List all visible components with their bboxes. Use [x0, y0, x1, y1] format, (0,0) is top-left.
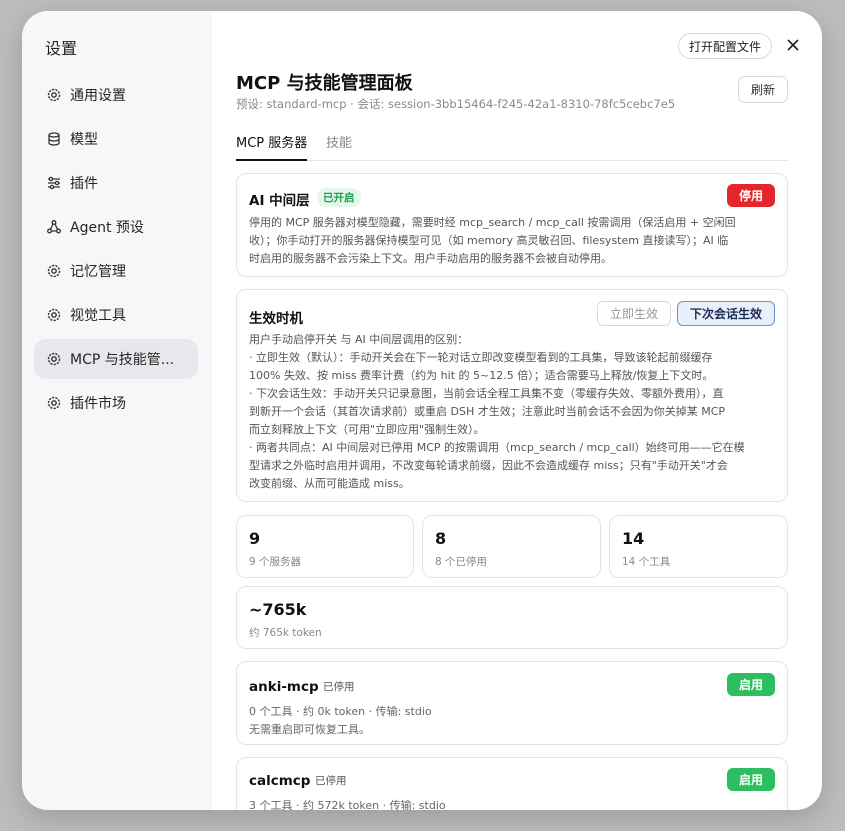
stat-card-tools: 14 14 个工具 [609, 515, 788, 578]
tab-bar: MCP 服务器 技能 [236, 132, 788, 161]
server-card-calcmcp: calcmcp 已停用 启用 3 个工具 · 约 572k token · 传输… [236, 757, 788, 810]
gear-icon [46, 351, 62, 367]
open-config-button[interactable]: 打开配置文件 [678, 33, 773, 59]
gear-icon [46, 307, 62, 323]
server-name: anki-mcp [249, 679, 319, 695]
effect-timing-title: 生效时机 [249, 311, 303, 327]
network-icon [46, 219, 62, 235]
sidebar-item-memory[interactable]: 记忆管理 [34, 251, 198, 291]
tab-skills[interactable]: 技能 [326, 132, 352, 159]
gear-icon [46, 395, 62, 411]
stat-value: 8 [435, 529, 447, 548]
sidebar-item-label: MCP 与技能管... [70, 352, 175, 368]
next-session-effect-button[interactable]: 下次会话生效 [677, 301, 775, 326]
stat-value: ~765k [249, 600, 307, 619]
server-note: 无需重启即可恢复工具。 [249, 723, 370, 736]
sidebar-title: 设置 [45, 39, 78, 58]
sidebar-item-models[interactable]: 模型 [34, 119, 198, 159]
server-card-anki-mcp: anki-mcp 已停用 启用 0 个工具 · 约 0k token · 传输:… [236, 661, 788, 745]
server-name: calcmcp [249, 773, 311, 789]
gear-icon [46, 87, 62, 103]
description-line: 改变前缀、从而可能造成 miss。 [249, 477, 410, 490]
disable-middleware-button[interactable]: 停用 [727, 184, 775, 207]
database-icon [46, 131, 62, 147]
settings-modal: 设置 通用设置 模型 插件 Agent 预设 记忆管理 视觉工具 MCP 与技能… [22, 11, 822, 810]
stat-value: 9 [249, 529, 261, 548]
sidebar-item-label: 视觉工具 [70, 308, 126, 324]
sidebar-item-plugins[interactable]: 插件 [34, 163, 198, 203]
server-meta: 3 个工具 · 约 572k token · 传输: stdio [249, 799, 446, 810]
immediate-effect-button[interactable]: 立即生效 [597, 301, 671, 326]
stat-label: 9 个服务器 [249, 556, 302, 568]
effect-timing-description: 用户手动启停开关 与 AI 中间层调用的区别： · 立即生效（默认）：手动开关会… [249, 331, 777, 493]
close-icon[interactable] [785, 37, 801, 53]
description-line: 用户手动启停开关 与 AI 中间层调用的区别： [249, 333, 469, 346]
server-meta: 0 个工具 · 约 0k token · 传输: stdio [249, 705, 432, 718]
sidebar-item-label: 模型 [70, 132, 98, 148]
page-title: MCP 与技能管理面板 [236, 73, 413, 94]
sidebar-item-label: Agent 预设 [70, 220, 144, 236]
stat-card-disabled: 8 8 个已停用 [422, 515, 601, 578]
description-line: 停用的 MCP 服务器对模型隐藏，需要时经 mcp_search / mcp_c… [249, 216, 736, 229]
sidebar-item-label: 插件 [70, 176, 98, 192]
ai-middleware-description: 停用的 MCP 服务器对模型隐藏，需要时经 mcp_search / mcp_c… [249, 214, 777, 268]
sidebar: 设置 通用设置 模型 插件 Agent 预设 记忆管理 视觉工具 MCP 与技能… [22, 11, 212, 810]
description-line: 100% 失效、按 miss 费率计费（约为 hit 的 5~12.5 倍）；适… [249, 369, 714, 382]
sidebar-item-label: 通用设置 [70, 88, 126, 104]
description-line: 型请求之外临时启用并调用，不改变每轮请求前缀，因此不会造成缓存 miss；只有"… [249, 459, 728, 472]
description-line: · 立即生效（默认）：手动开关会在下一轮对话立即改变模型看到的工具集，导致该轮起… [249, 351, 713, 364]
sidebar-nav: 通用设置 模型 插件 Agent 预设 记忆管理 视觉工具 MCP 与技能管..… [34, 75, 198, 427]
stat-value: 14 [622, 529, 645, 548]
effect-timing-card: 生效时机 立即生效 下次会话生效 用户手动启停开关 与 AI 中间层调用的区别：… [236, 289, 788, 502]
stat-label: 14 个工具 [622, 556, 671, 568]
stat-label: 8 个已停用 [435, 556, 488, 568]
description-line: · 下次会话生效：手动开关只记录意图，当前会话全程工具集不变（零缓存失效、零额外… [249, 387, 724, 400]
description-line: 而立刻释放上下文（可用"立即应用"强制生效）。 [249, 423, 485, 436]
status-badge: 已开启 [317, 188, 361, 207]
sidebar-item-vision-tools[interactable]: 视觉工具 [34, 295, 198, 335]
stat-card-servers: 9 9 个服务器 [236, 515, 414, 578]
description-line: 收）；你手动打开的服务器保持模型可见（如 memory 高灵敏召回、filesy… [249, 234, 729, 247]
sidebar-item-plugin-market[interactable]: 插件市场 [34, 383, 198, 423]
stat-label: 约 765k token [249, 627, 322, 639]
server-status-badge: 已停用 [315, 775, 347, 787]
description-line: · 两者共同点：AI 中间层对已停用 MCP 的按需调用（mcp_search … [249, 441, 745, 454]
sliders-icon [46, 175, 62, 191]
tab-mcp-servers[interactable]: MCP 服务器 [236, 132, 308, 161]
sidebar-item-general[interactable]: 通用设置 [34, 75, 198, 115]
description-line: 到新开一个会话（其首次请求前）或重启 DSH 才生效；注意此时当前会话不会因为你… [249, 405, 726, 418]
main-panel: 打开配置文件 MCP 与技能管理面板 预设: standard-mcp · 会话… [212, 11, 822, 810]
ai-middleware-card: AI 中间层 已开启 停用 停用的 MCP 服务器对模型隐藏，需要时经 mcp_… [236, 173, 788, 277]
ai-middleware-title: AI 中间层 [249, 193, 310, 209]
description-line: 时启用的服务器不会污染上下文。用户手动启用的服务器不会被自动停用。 [249, 252, 612, 265]
sidebar-item-mcp-skills[interactable]: MCP 与技能管... [34, 339, 198, 379]
gear-icon [46, 263, 62, 279]
server-status-badge: 已停用 [323, 681, 355, 693]
sidebar-item-agent-presets[interactable]: Agent 预设 [34, 207, 198, 247]
enable-server-button[interactable]: 启用 [727, 768, 775, 791]
page-subtitle: 预设: standard-mcp · 会话: session-3bb15464-… [236, 97, 676, 111]
enable-server-button[interactable]: 启用 [727, 673, 775, 696]
sidebar-item-label: 插件市场 [70, 396, 126, 412]
sidebar-item-label: 记忆管理 [70, 264, 126, 280]
refresh-button[interactable]: 刷新 [738, 76, 788, 103]
stat-card-tokens: ~765k 约 765k token [236, 586, 788, 649]
